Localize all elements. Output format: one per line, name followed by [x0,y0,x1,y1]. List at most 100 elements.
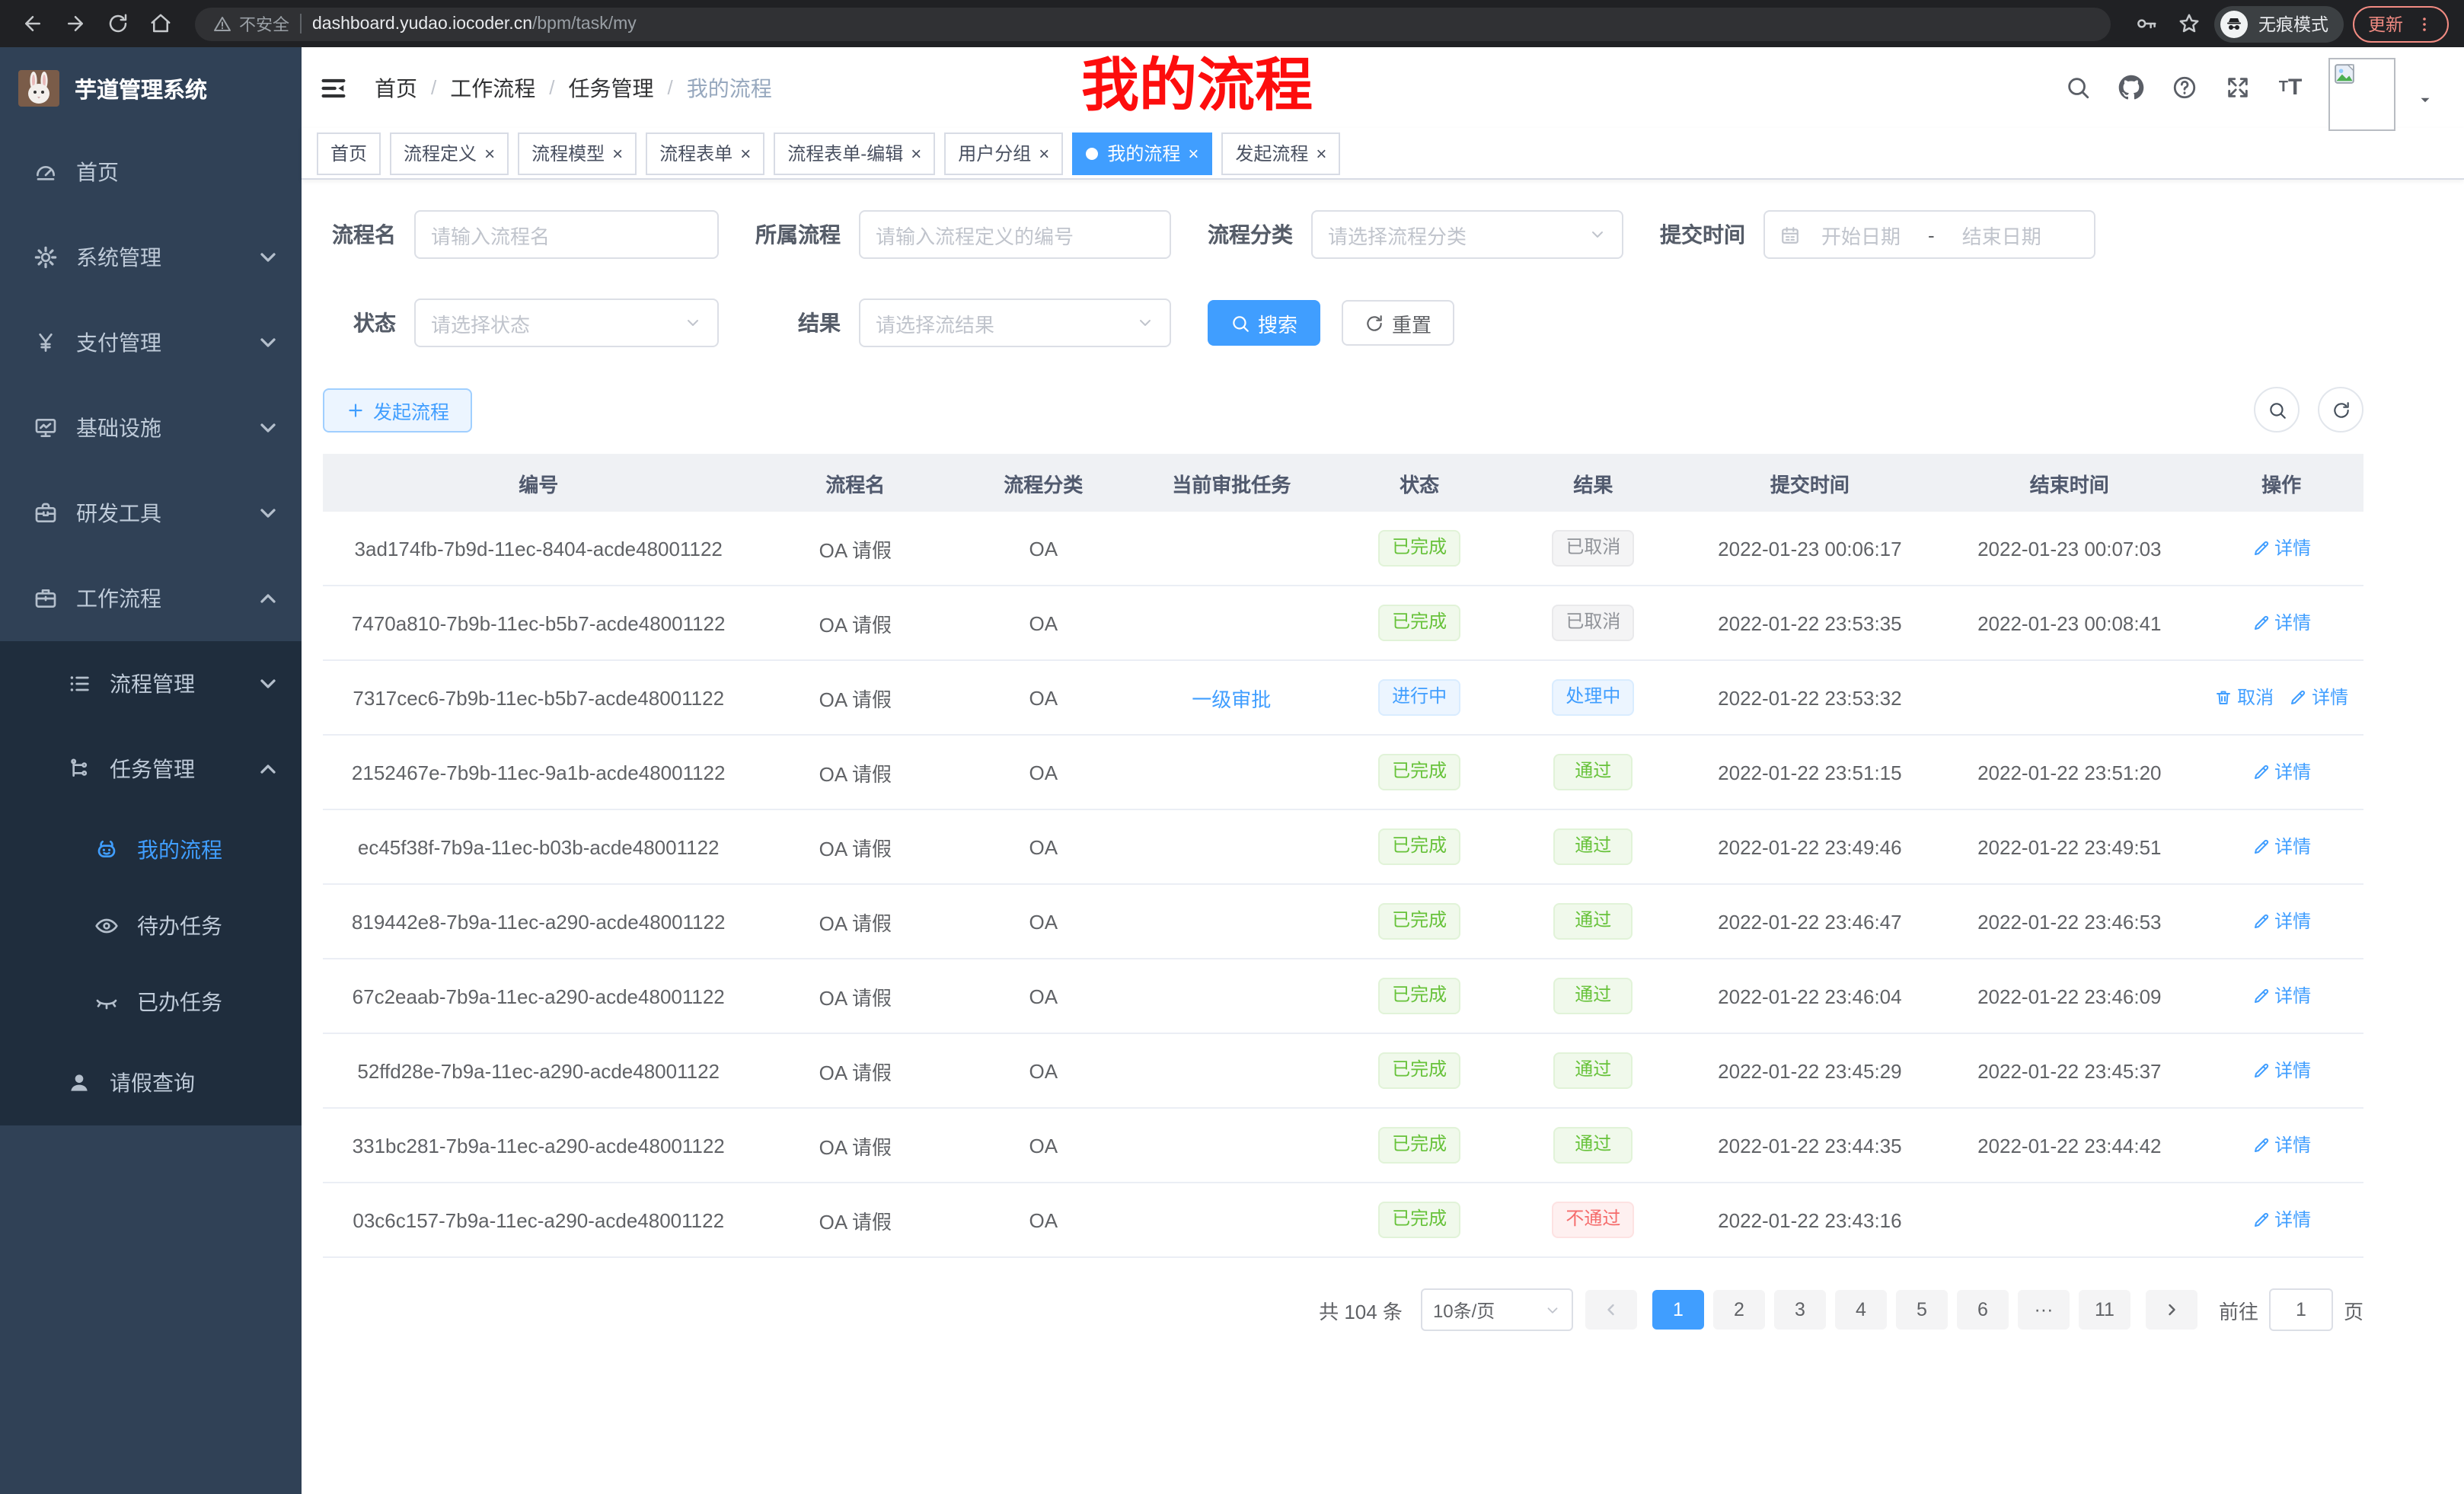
sidebar-item-首页[interactable]: 首页 [0,129,302,215]
font-size-icon[interactable]: TT [2275,72,2306,103]
close-icon[interactable]: × [612,144,623,162]
page-button-11[interactable]: 11 [2079,1290,2130,1330]
sidebar-item-待办任务[interactable]: 待办任务 [0,888,302,964]
address-bar[interactable]: 不安全 dashboard.yudao.iocoder.cn/bpm/task/… [195,7,2111,40]
submit-time-range-picker[interactable]: 开始日期 - 结束日期 [1763,210,2095,259]
cell-current-task [1130,1108,1333,1183]
avatar[interactable] [2328,57,2395,130]
create-process-button[interactable]: 发起流程 [323,388,472,432]
result-badge: 已取消 [1552,605,1634,640]
calendar-icon [1780,225,1800,244]
process-name-input[interactable]: 请输入流程名 [414,210,719,259]
page-button-6[interactable]: 6 [1957,1290,2009,1330]
tab-我的流程[interactable]: 我的流程× [1072,132,1212,174]
cell-process-name: OA 请假 [754,884,956,959]
sidebar-item-已办任务[interactable]: 已办任务 [0,964,302,1040]
goto-page-input[interactable]: 1 [2269,1288,2333,1331]
result-select[interactable]: 请选择流结果 [859,298,1171,347]
tab-流程定义[interactable]: 流程定义× [390,132,509,174]
sidebar-item-工作流程[interactable]: 工作流程 [0,556,302,641]
sidebar-collapse-icon[interactable] [317,71,350,104]
page-button-···[interactable]: ··· [2018,1290,2070,1330]
process-definition-label: 所属流程 [755,219,841,250]
header-search-icon[interactable] [2062,72,2092,103]
cancel-link[interactable]: 取消 [2214,685,2274,710]
detail-link[interactable]: 详情 [2252,908,2311,934]
result-badge: 不通过 [1552,1202,1634,1237]
password-key-icon[interactable] [2129,7,2162,40]
breadcrumb-item[interactable]: 首页 [375,72,417,103]
process-category-select[interactable]: 请选择流程分类 [1311,210,1623,259]
close-icon[interactable]: × [1188,144,1198,162]
status-badge: 已完成 [1378,754,1460,790]
tab-首页[interactable]: 首页 [317,132,381,174]
show-search-button[interactable] [2254,387,2300,433]
sidebar-item-研发工具[interactable]: 研发工具 [0,471,302,556]
address-separator [300,14,302,34]
prev-page-button[interactable] [1585,1290,1637,1330]
tab-流程表单-编辑[interactable]: 流程表单-编辑× [774,132,935,174]
cell-status: 已完成 [1333,512,1506,586]
browser-forward-button[interactable] [58,7,91,40]
cell-current-task[interactable]: 一级审批 [1130,660,1333,735]
detail-link[interactable]: 详情 [2252,1132,2311,1158]
result-badge: 处理中 [1552,679,1634,715]
tab-流程表单[interactable]: 流程表单× [646,132,764,174]
next-page-button[interactable] [2146,1290,2197,1330]
security-warning[interactable]: 不安全 [213,11,289,36]
breadcrumb-item: 我的流程 [687,72,772,103]
browser-update-button[interactable]: 更新 [2353,5,2449,42]
sidebar-item-任务管理[interactable]: 任务管理 [0,726,302,812]
page-button-4[interactable]: 4 [1835,1290,1887,1330]
tab-用户分组[interactable]: 用户分组× [944,132,1063,174]
detail-link[interactable]: 详情 [2252,610,2311,636]
browser-back-button[interactable] [15,7,49,40]
breadcrumb-item[interactable]: 任务管理 [569,72,654,103]
sidebar-item-流程管理[interactable]: 流程管理 [0,641,302,726]
cell-submit-time: 2022-01-22 23:49:46 [1680,809,1939,884]
close-icon[interactable]: × [1039,144,1049,162]
page-button-1[interactable]: 1 [1652,1290,1704,1330]
detail-link[interactable]: 详情 [2252,1207,2311,1233]
close-icon[interactable]: × [740,144,751,162]
detail-link[interactable]: 详情 [2252,759,2311,785]
result-badge: 通过 [1553,754,1633,790]
detail-link[interactable]: 详情 [2252,1058,2311,1084]
tab-流程模型[interactable]: 流程模型× [518,132,637,174]
reset-button[interactable]: 重置 [1342,300,1454,346]
detail-link[interactable]: 详情 [2252,983,2311,1009]
github-icon[interactable] [2115,72,2146,103]
browser-home-button[interactable] [143,7,177,40]
process-definition-input[interactable]: 请输入流程定义的编号 [859,210,1171,259]
help-icon[interactable] [2169,72,2199,103]
close-icon[interactable]: × [1316,144,1326,162]
cell-id: ec45f38f-7b9a-11ec-b03b-acde48001122 [323,809,754,884]
browser-menu-icon[interactable] [2415,14,2434,33]
close-icon[interactable]: × [484,144,495,162]
detail-link[interactable]: 详情 [2289,685,2348,710]
page-button-2[interactable]: 2 [1713,1290,1765,1330]
avatar-caret-icon[interactable] [2409,85,2440,115]
page-size-select[interactable]: 10条/页 [1421,1288,1573,1331]
detail-link[interactable]: 详情 [2252,535,2311,561]
breadcrumb-item[interactable]: 工作流程 [450,72,535,103]
table-row: 331bc281-7b9a-11ec-a290-acde48001122OA 请… [323,1108,2363,1183]
bookmark-star-icon[interactable] [2172,7,2205,40]
sidebar-item-基础设施[interactable]: 基础设施 [0,385,302,471]
refresh-table-button[interactable] [2318,387,2363,433]
tab-发起流程[interactable]: 发起流程× [1221,132,1340,174]
page-button-5[interactable]: 5 [1896,1290,1948,1330]
sidebar-item-系统管理[interactable]: 系统管理 [0,215,302,300]
search-button[interactable]: 搜索 [1208,300,1320,346]
page-button-3[interactable]: 3 [1774,1290,1826,1330]
close-icon[interactable]: × [911,144,921,162]
sidebar-item-支付管理[interactable]: 支付管理 [0,300,302,385]
fullscreen-icon[interactable] [2222,72,2252,103]
status-select[interactable]: 请选择状态 [414,298,719,347]
sidebar-item-请假查询[interactable]: 请假查询 [0,1040,302,1125]
browser-reload-button[interactable] [101,7,134,40]
app-logo[interactable]: 芋道管理系统 [0,47,302,129]
chevron-down-icon [684,314,702,332]
detail-link[interactable]: 详情 [2252,834,2311,860]
sidebar-item-我的流程[interactable]: 我的流程 [0,812,302,888]
